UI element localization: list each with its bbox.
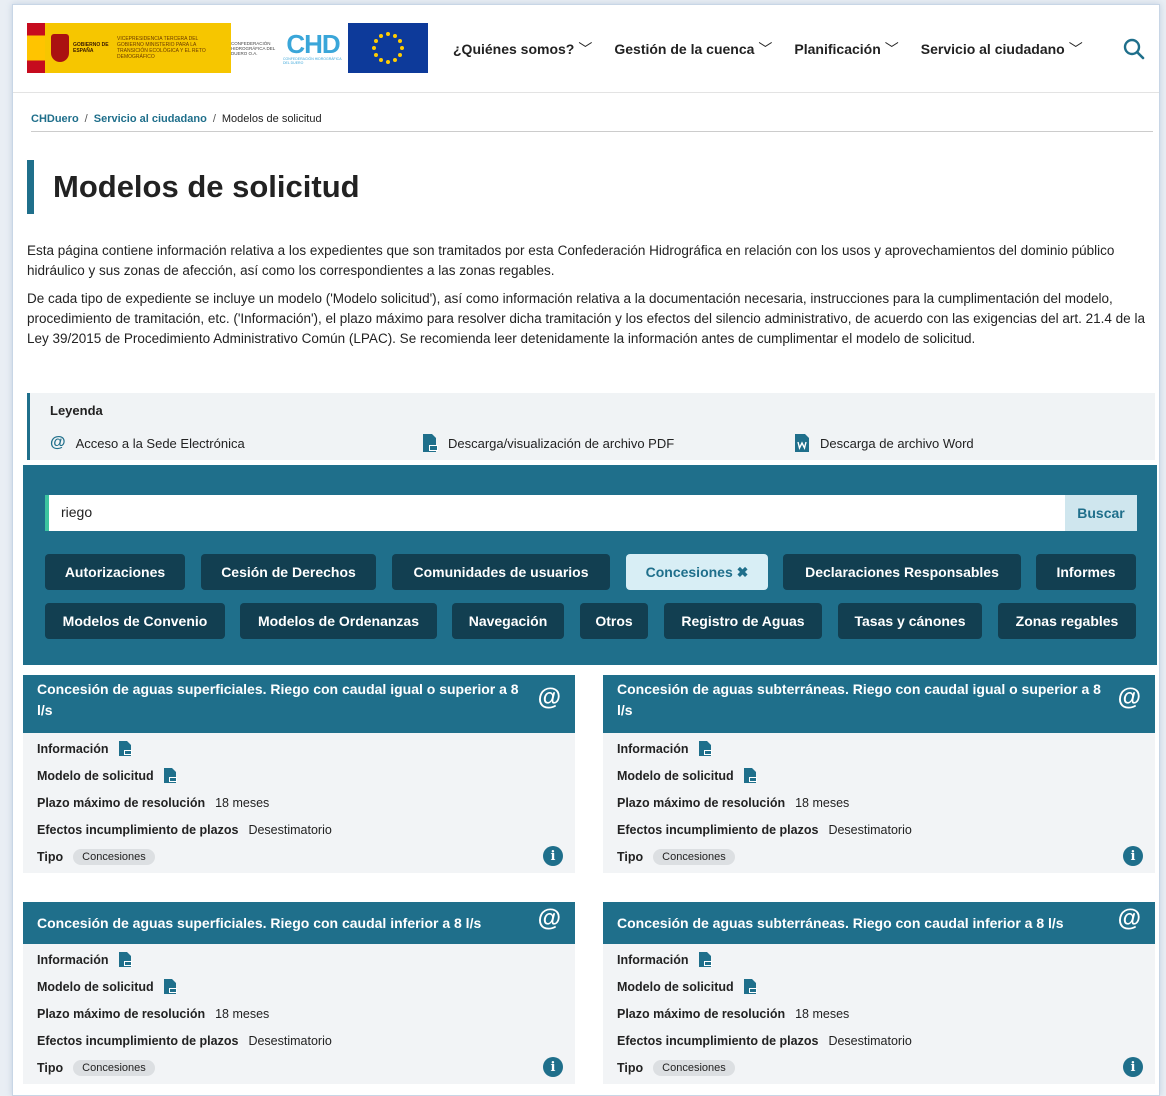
result-card: Concesión de aguas superficiales. Riego … [23, 902, 575, 1084]
legend-pdf: Descarga/visualización de archivo PDF [422, 434, 674, 452]
coat-of-arms-icon [51, 34, 69, 62]
breadcrumb-home[interactable]: CHDuero [31, 113, 79, 125]
main-nav: ¿Quiénes somos? ﹀ Gestión de la cuenca ﹀ P… [453, 39, 1083, 59]
nav-planificacion[interactable]: Planificación ﹀ [794, 39, 898, 59]
intro-paragraph-1: Esta página contiene información relativ… [27, 243, 1115, 278]
at-icon[interactable]: @ [1118, 907, 1141, 931]
pdf-icon[interactable] [743, 979, 757, 994]
filter-zonas-regables[interactable]: Zonas regables [998, 603, 1136, 639]
plazo-value: 18 meses [795, 795, 850, 810]
filter-comunidades-usuarios[interactable]: Comunidades de usuarios [392, 554, 610, 590]
card-title[interactable]: Concesión de aguas subterráneas. Riego c… [617, 681, 1101, 718]
breadcrumb-servicio[interactable]: Servicio al ciudadano [94, 113, 207, 125]
filter-modelos-convenio[interactable]: Modelos de Convenio [45, 603, 225, 639]
search-button[interactable]: Buscar [1065, 495, 1137, 531]
at-icon[interactable]: @ [538, 907, 561, 931]
gobierno-logo[interactable]: GOBIERNO DE ESPAÑA VICEPRESIDENCIA TERCE… [27, 23, 277, 73]
site-header: GOBIERNO DE ESPAÑA VICEPRESIDENCIA TERCE… [13, 5, 1159, 93]
result-card: Concesión de aguas superficiales. Riego … [23, 675, 575, 873]
efectos-value: Desestimatorio [828, 1033, 912, 1048]
info-icon[interactable]: i [543, 846, 563, 866]
filter-declaraciones-responsables[interactable]: Declaraciones Responsables [783, 554, 1021, 590]
legend-box: Leyenda @ Acceso a la Sede Electrónica D… [27, 393, 1155, 460]
result-card: Concesión de aguas subterráneas. Riego c… [603, 675, 1155, 873]
at-icon: @ [50, 434, 66, 451]
filter-tasas-canones[interactable]: Tasas y cánones [838, 603, 982, 639]
nav-servicio-ciudadano[interactable]: Servicio al ciudadano ﹀ [921, 39, 1083, 59]
efectos-value: Desestimatorio [248, 1033, 332, 1048]
breadcrumb-current: Modelos de solicitud [221, 113, 322, 125]
card-title[interactable]: Concesión de aguas subterráneas. Riego c… [617, 915, 1064, 931]
filter-registro-aguas[interactable]: Registro de Aguas [664, 603, 822, 639]
filter-panel: riego Buscar Autorizaciones Cesión de De… [23, 465, 1157, 665]
eu-flag-logo [348, 23, 428, 73]
plazo-value: 18 meses [215, 1006, 270, 1021]
pdf-icon[interactable] [163, 768, 177, 783]
legend-word: Descarga de archivo Word [794, 434, 974, 452]
tipo-tag: Concesiones [73, 848, 155, 865]
filter-otros[interactable]: Otros [580, 603, 648, 639]
browser-page: GOBIERNO DE ESPAÑA VICEPRESIDENCIA TERCE… [12, 4, 1160, 1096]
tipo-tag: Concesiones [653, 1059, 735, 1076]
pdf-icon[interactable] [118, 952, 132, 967]
filter-concesiones-active[interactable]: Concesiones ✖ [626, 554, 768, 590]
filter-cesion-derechos[interactable]: Cesión de Derechos [201, 554, 376, 590]
tipo-tag: Concesiones [653, 848, 735, 865]
page-title: Modelos de solicitud [53, 169, 360, 204]
result-card: Concesión de aguas subterráneas. Riego c… [603, 902, 1155, 1084]
chd-mark: CHD [286, 29, 340, 59]
efectos-value: Desestimatorio [248, 822, 332, 837]
nav-gestion-cuenca[interactable]: Gestión de la cuenca ﹀ [614, 39, 772, 59]
pdf-icon[interactable] [743, 768, 757, 783]
breadcrumb: CHDuero / Servicio al ciudadano / Modelos de… [31, 113, 1153, 132]
chd-subtitle: CONFEDERACIÓN HIDROGRÁFICA DEL DUERO [283, 57, 342, 65]
filter-modelos-ordenanzas[interactable]: Modelos de Ordenanzas [240, 603, 437, 639]
pdf-icon[interactable] [698, 741, 712, 756]
chd-logo[interactable]: CHD CONFEDERACIÓN HIDROGRÁFICA DEL DUERO [283, 23, 343, 73]
intro-text: Esta página contiene información relativ… [27, 241, 1151, 357]
word-icon [795, 434, 809, 452]
pdf-icon[interactable] [163, 979, 177, 994]
spain-flag-icon [27, 23, 45, 73]
at-icon[interactable]: @ [1118, 686, 1141, 710]
card-title[interactable]: Concesión de aguas superficiales. Riego … [37, 681, 519, 718]
chevron-down-icon: ﹀ [578, 41, 593, 57]
filter-navegacion[interactable]: Navegación [452, 603, 564, 639]
title-accent-bar [27, 160, 34, 214]
at-icon[interactable]: @ [538, 686, 561, 710]
chevron-down-icon: ﹀ [758, 41, 773, 57]
legend-sede: @ Acceso a la Sede Electrónica [50, 434, 245, 451]
pdf-icon[interactable] [118, 741, 132, 756]
pdf-icon [423, 434, 438, 452]
card-title[interactable]: Concesión de aguas superficiales. Riego … [37, 915, 481, 931]
tipo-tag: Concesiones [73, 1059, 155, 1076]
gobierno-label: GOBIERNO DE ESPAÑA [73, 42, 109, 54]
info-icon[interactable]: i [543, 1057, 563, 1077]
search-icon[interactable] [1123, 38, 1145, 60]
chevron-down-icon: ﹀ [884, 41, 899, 57]
info-icon[interactable]: i [1123, 846, 1143, 866]
efectos-value: Desestimatorio [828, 822, 912, 837]
plazo-value: 18 meses [795, 1006, 850, 1021]
filter-informes[interactable]: Informes [1036, 554, 1136, 590]
info-icon[interactable]: i [1123, 1057, 1143, 1077]
ministerio-label: VICEPRESIDENCIA TERCERA DEL GOBIERNO MIN… [117, 36, 206, 60]
pdf-icon[interactable] [698, 952, 712, 967]
plazo-value: 18 meses [215, 795, 270, 810]
nav-quienes-somos[interactable]: ¿Quiénes somos? ﹀ [453, 39, 592, 59]
intro-paragraph-2: De cada tipo de expediente se incluye un… [27, 291, 1145, 346]
confederacion-label: CONFEDERACIÓN HIDROGRÁFICA DEL DUERO O.A… [231, 40, 276, 56]
eu-stars-icon [372, 32, 404, 64]
search-input[interactable]: riego [45, 495, 1067, 531]
legend-title: Leyenda [50, 403, 103, 418]
filter-autorizaciones[interactable]: Autorizaciones [45, 554, 185, 590]
chevron-down-icon: ﹀ [1068, 41, 1083, 57]
